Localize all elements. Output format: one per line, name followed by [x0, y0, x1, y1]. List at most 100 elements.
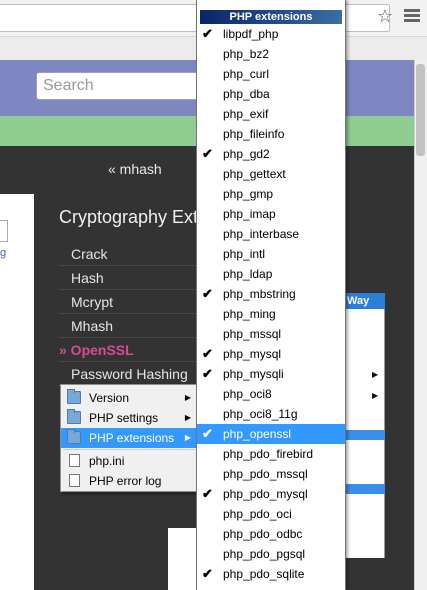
- extension-item[interactable]: php_pdo_oci: [197, 504, 345, 524]
- extension-label: php_pdo_oci: [223, 507, 292, 521]
- extension-item[interactable]: php_bz2: [197, 44, 345, 64]
- extension-item[interactable]: ✔ php_mbstring: [197, 284, 345, 304]
- nav-item[interactable]: » OpenSSL: [59, 338, 196, 362]
- extension-item[interactable]: php_pdo_firebird: [197, 444, 345, 464]
- extension-item[interactable]: php_exif: [197, 104, 345, 124]
- extension-item[interactable]: php_ming: [197, 304, 345, 324]
- checkmark-icon: ✔: [202, 566, 213, 581]
- hamburger-icon[interactable]: [404, 9, 420, 23]
- section-nav: Crack Hash Mcrypt Mhash» OpenSSL Password Ha…: [59, 242, 196, 386]
- tray-context-menu: Version ▶ PHP settings ▶ PHP extensions ▶ php.…: [60, 384, 198, 492]
- checkmark-icon: ✔: [202, 366, 213, 381]
- nav-item[interactable]: Mcrypt: [59, 290, 196, 314]
- file-icon: [69, 454, 80, 467]
- extension-label: php_pdo_pgsql: [223, 547, 306, 561]
- extension-label: php_oci8_11g: [223, 407, 298, 421]
- file-icon: [69, 474, 80, 487]
- chevron-right-icon: ▶: [184, 433, 191, 442]
- checkmark-icon: ✔: [202, 346, 213, 361]
- extension-item[interactable]: php_gettext: [197, 164, 345, 184]
- extension-item[interactable]: php_intl: [197, 244, 345, 264]
- extension-item[interactable]: ✔ libpdf_php: [197, 24, 345, 44]
- extension-label: php_pdo_sqlite: [223, 567, 305, 581]
- chevron-right-icon: ▶: [372, 370, 379, 379]
- extension-item[interactable]: php_pdo_mssql: [197, 464, 345, 484]
- context-menu-item[interactable]: PHP extensions ▶: [61, 428, 197, 448]
- folder-icon: [67, 429, 81, 444]
- chevron-right-icon: ▶: [372, 391, 379, 400]
- scrollbar-thumb[interactable]: [416, 64, 425, 156]
- extension-item[interactable]: php_mssql: [197, 324, 345, 344]
- extension-item[interactable]: ✔ php_pdo_mysql: [197, 484, 345, 504]
- context-menu-label: Version: [89, 391, 130, 405]
- checkmark-icon: ✔: [202, 146, 213, 161]
- context-menu-label: PHP settings: [89, 411, 159, 425]
- bottom-content-panel: [168, 528, 198, 590]
- extension-item[interactable]: php_gmp: [197, 184, 345, 204]
- prev-page-link[interactable]: « mhash: [108, 161, 162, 177]
- extension-item[interactable]: php_dba: [197, 84, 345, 104]
- extension-label: php_oci8: [223, 387, 272, 401]
- extensions-list: ✔ libpdf_php php_bz2 php_curl php_dba php_exi…: [197, 24, 345, 584]
- extension-label: php_pdo_firebird: [223, 447, 314, 461]
- extension-label: php_fileinfo: [223, 127, 285, 141]
- context-menu-label: PHP extensions: [89, 431, 175, 445]
- extension-label: php_gd2: [223, 147, 270, 161]
- extension-item[interactable]: php_imap: [197, 204, 345, 224]
- extension-item[interactable]: ✔ php_pdo_sqlite: [197, 564, 345, 584]
- extension-label: php_exif: [223, 107, 269, 121]
- extension-label: php_pdo_mysql: [223, 487, 308, 501]
- background-menu-highlight: [343, 484, 385, 494]
- left-input-field[interactable]: [0, 220, 8, 242]
- extension-label: php_bz2: [223, 47, 270, 61]
- extension-label: php_ming: [223, 307, 276, 321]
- chevron-right-icon: ▶: [184, 393, 191, 402]
- extension-label: php_intl: [223, 247, 266, 261]
- extension-item[interactable]: ✔ php_mysqli: [197, 364, 345, 384]
- context-menu-item[interactable]: PHP settings ▶: [61, 408, 197, 428]
- extension-item[interactable]: ✔ php_mysql: [197, 344, 345, 364]
- star-icon[interactable]: ☆: [374, 6, 396, 28]
- extension-item[interactable]: ✔ php_openssl: [197, 424, 345, 444]
- extension-label: php_gmp: [223, 187, 274, 201]
- extension-item[interactable]: php_oci8: [197, 384, 345, 404]
- extension-item[interactable]: php_fileinfo: [197, 124, 345, 144]
- context-menu-item[interactable]: Version ▶: [61, 388, 197, 408]
- nav-item[interactable]: Crack: [59, 242, 196, 266]
- extension-item[interactable]: php_curl: [197, 64, 345, 84]
- extension-label: php_mssql: [223, 327, 282, 341]
- nav-item[interactable]: Password Hashing: [59, 362, 196, 386]
- checkmark-icon: ✔: [202, 26, 213, 41]
- nav-item[interactable]: Hash: [59, 266, 196, 290]
- folder-icon: [67, 389, 81, 404]
- extension-label: php_pdo_odbc: [223, 527, 303, 541]
- extension-item[interactable]: php_pdo_odbc: [197, 524, 345, 544]
- left-link[interactable]: g: [0, 247, 6, 259]
- extension-item[interactable]: ✔ php_gd2: [197, 144, 345, 164]
- extension-label: php_mysqli: [223, 367, 284, 381]
- checkmark-icon: ✔: [202, 286, 213, 301]
- background-menu-highlight: [343, 430, 385, 440]
- extension-label: php_imap: [223, 207, 276, 221]
- extension-label: php_pdo_mssql: [223, 467, 308, 481]
- context-menu-label: PHP error log: [89, 474, 162, 488]
- checkmark-icon: ✔: [202, 486, 213, 501]
- background-menu-item-way[interactable]: Way: [343, 293, 385, 309]
- extension-item[interactable]: php_interbase: [197, 224, 345, 244]
- extension-label: php_mysql: [223, 347, 282, 361]
- extension-label: php_mbstring: [223, 287, 296, 301]
- folder-icon: [67, 409, 81, 424]
- extension-item[interactable]: php_ldap: [197, 264, 345, 284]
- search-input[interactable]: Search: [36, 72, 216, 100]
- nav-item[interactable]: Mhash: [59, 314, 196, 338]
- context-menu-label: php.ini: [89, 454, 125, 468]
- submenu-header: PHP extensions: [200, 10, 342, 24]
- context-menu-item[interactable]: php.ini: [61, 451, 197, 471]
- extension-item[interactable]: php_pdo_pgsql: [197, 544, 345, 564]
- extension-label: php_curl: [223, 67, 270, 81]
- extension-item[interactable]: php_oci8_11g: [197, 404, 345, 424]
- extension-label: php_dba: [223, 87, 270, 101]
- context-menu-item[interactable]: PHP error log: [61, 471, 197, 491]
- section-title: Cryptography Ext: [59, 207, 199, 227]
- checkmark-icon: ✔: [202, 426, 213, 441]
